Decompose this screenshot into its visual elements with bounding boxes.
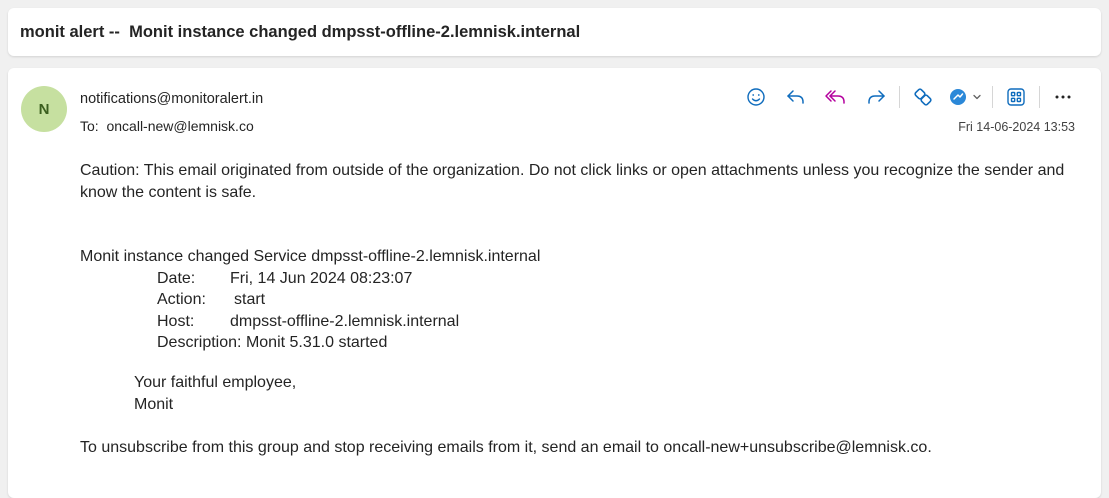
app-dropdown-button[interactable] bbox=[949, 88, 983, 106]
to-label: To: bbox=[80, 118, 107, 134]
reply-all-button[interactable] bbox=[821, 82, 851, 112]
signature-name: Monit bbox=[134, 395, 174, 413]
message-body: Monit instance changed Service dmpsst-of… bbox=[80, 246, 540, 354]
message-headline: Monit instance changed Service dmpsst-of… bbox=[80, 248, 541, 265]
field-label: Action: bbox=[157, 291, 206, 308]
recipient-email[interactable]: oncall-new@lemnisk.co bbox=[106, 118, 253, 134]
message-card: N notifications@monitoralert.in To: onca… bbox=[8, 68, 1101, 498]
message-toolbar bbox=[736, 82, 1083, 112]
apps-button[interactable] bbox=[1001, 82, 1031, 112]
subject-bar: monit alert -- Monit instance changed dm… bbox=[8, 8, 1101, 56]
smiley-icon bbox=[747, 88, 765, 106]
field-row-description: Description: Monit 5.31.0 started bbox=[80, 332, 540, 354]
field-value: start bbox=[234, 291, 266, 308]
chevron-down-icon bbox=[973, 94, 981, 100]
app-icon bbox=[950, 89, 966, 105]
forward-button[interactable] bbox=[861, 82, 891, 112]
signature: Your faithful employee, Monit bbox=[134, 372, 296, 415]
received-date: Fri 14-06-2024 13:53 bbox=[958, 120, 1075, 134]
signature-line: Your faithful employee, bbox=[134, 374, 297, 391]
reply-all-icon bbox=[825, 90, 845, 104]
link-icon bbox=[914, 88, 932, 106]
link-button[interactable] bbox=[908, 82, 938, 112]
reply-button[interactable] bbox=[781, 82, 811, 112]
unsubscribe-notice: To unsubscribe from this group and stop … bbox=[80, 439, 932, 456]
field-row-date: Date: Fri, 14 Jun 2024 08:23:07 bbox=[80, 268, 540, 290]
toolbar-separator bbox=[992, 86, 993, 108]
more-actions-button[interactable] bbox=[1048, 82, 1078, 112]
caution-notice: Caution: This email originated from outs… bbox=[80, 162, 1065, 201]
forward-icon bbox=[868, 90, 885, 104]
toolbar-separator bbox=[899, 86, 900, 108]
toolbar-separator bbox=[1039, 86, 1040, 108]
sender-avatar[interactable]: N bbox=[21, 86, 67, 132]
react-button[interactable] bbox=[741, 82, 771, 112]
field-value: dmpsst-offline-2.lemnisk.internal bbox=[230, 312, 460, 330]
reply-icon bbox=[787, 90, 804, 104]
field-value: Monit 5.31.0 started bbox=[245, 334, 388, 351]
sender-email[interactable]: notifications@monitoralert.in bbox=[80, 91, 263, 107]
email-subject: monit alert -- Monit instance changed dm… bbox=[20, 22, 581, 41]
field-value: Fri, 14 Jun 2024 08:23:07 bbox=[230, 269, 413, 287]
field-label: Host: bbox=[157, 312, 195, 330]
more-icon bbox=[1055, 95, 1071, 99]
field-row-host: Host: dmpsst-offline-2.lemnisk.internal bbox=[80, 311, 540, 333]
field-row-action: Action: start bbox=[80, 289, 540, 311]
recipient-line: To: oncall-new@lemnisk.co bbox=[80, 118, 254, 134]
apps-grid-icon bbox=[1007, 88, 1025, 106]
field-label: Description: bbox=[157, 334, 242, 351]
field-label: Date: bbox=[157, 269, 196, 287]
